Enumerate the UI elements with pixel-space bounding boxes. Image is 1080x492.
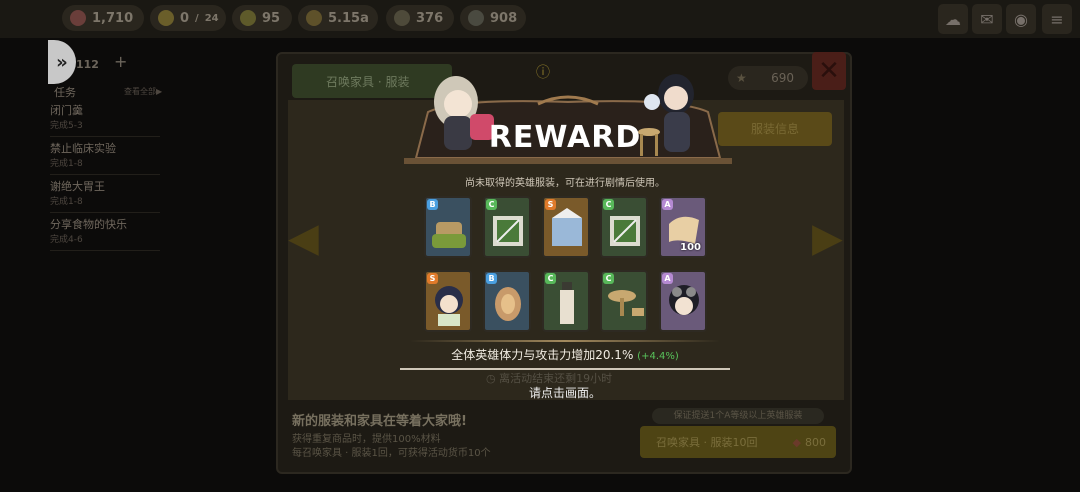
next-arrow[interactable]: ▶	[812, 215, 843, 261]
quest-item[interactable]: 禁止临床实验 完成1-8	[50, 140, 160, 175]
tap-to-continue[interactable]: 请点击画面。	[400, 384, 730, 401]
camera-button[interactable]: ◉	[1006, 4, 1036, 34]
summon-cost: 800	[805, 435, 826, 449]
double-chevron-right-icon: »	[56, 51, 68, 73]
quest-name: 禁止临床实验	[50, 142, 116, 155]
resource-b-value: 908	[490, 10, 518, 26]
lightning-counter[interactable]: 95	[232, 5, 292, 31]
quest-name: 闭门羹	[50, 104, 83, 117]
reward-title: REWARD	[488, 120, 642, 155]
camera-icon: ◉	[1014, 9, 1028, 29]
hero-costume-portrait-icon	[426, 278, 470, 330]
quest-item[interactable]: 闭门羹 完成5-3	[50, 102, 160, 137]
mail-button[interactable]: ✉	[972, 4, 1002, 34]
quest-status: 完成4-6	[50, 235, 83, 245]
quest-status: 完成1-8	[50, 197, 83, 207]
energy-max: 24	[204, 12, 219, 24]
close-button[interactable]: ✕	[812, 52, 846, 90]
lightning-value: 95	[262, 10, 281, 26]
gold-value: 5.15a	[328, 10, 369, 26]
reward-item-card[interactable]: B	[424, 196, 472, 258]
reward-item-card[interactable]: B	[483, 270, 531, 332]
gold-counter[interactable]: 5.15a	[298, 5, 378, 31]
tent-icon	[544, 204, 588, 256]
energy-value: 0	[180, 10, 190, 26]
reward-subtitle: 尚未取得的英雄服装，可在进行剧情后使用。	[465, 178, 665, 189]
hero-goggles-portrait-icon	[661, 278, 705, 330]
heart-icon	[70, 10, 86, 26]
cloud-icon: ☁	[945, 9, 961, 29]
coin-icon	[306, 10, 322, 26]
prev-arrow[interactable]: ◀	[288, 215, 319, 261]
reward-item-card[interactable]: C	[600, 196, 648, 258]
view-all-link[interactable]: 查看全部▶	[124, 86, 162, 97]
guarantee-note: 保证提送1个A等级以上英雄服装	[652, 408, 824, 424]
lightning-icon	[240, 10, 256, 26]
table-stool-icon	[602, 278, 646, 330]
summon-10-label: 召唤家具 · 服装10回	[656, 436, 758, 449]
info-icon[interactable]: ⓘ	[536, 62, 550, 82]
lamp-post-icon	[544, 278, 588, 330]
bolt-icon	[158, 10, 174, 26]
reward-item-card[interactable]: A	[659, 270, 707, 332]
energy-counter[interactable]: 0 / 24	[150, 5, 226, 31]
quest-status: 完成1-8	[50, 159, 83, 169]
quest-name: 谢绝大胃王	[50, 180, 105, 193]
quest-item[interactable]: 谢绝大胃王 完成1-8	[50, 178, 160, 213]
tab-summon-label: 召唤家具 · 服装	[326, 74, 410, 89]
expand-panel-button[interactable]: »	[48, 40, 76, 84]
close-icon: ✕	[818, 56, 840, 86]
sandbag-icon	[426, 204, 470, 256]
tab-costume-info-label: 服装信息	[750, 122, 799, 136]
quest-status: 完成5-3	[50, 121, 83, 131]
stat-bonus-increase: (+4.4%)	[637, 351, 679, 362]
item-quantity: 100	[680, 242, 701, 253]
star-value: 690	[771, 71, 794, 85]
ore-icon	[394, 10, 410, 26]
stone-icon	[468, 10, 484, 26]
tasks-label: 任务	[54, 86, 76, 99]
hearts-counter[interactable]: 1,710	[62, 5, 144, 31]
stat-bonus: 全体英雄体力与攻击力增加20.1% (+4.4%)	[400, 346, 730, 363]
summon-10-button[interactable]: 召唤家具 · 服装10回 ◆ 800	[640, 426, 836, 458]
menu-icon: ≡	[1050, 9, 1064, 29]
log-slice-icon	[485, 278, 529, 330]
shop-desc-2: 每召唤家具 · 服装1回，可获得活动货币10个	[292, 448, 491, 459]
shop-headline: 新的服装和家具在等着大家哦!	[292, 414, 467, 429]
quest-item[interactable]: 分享食物的快乐 完成4-6	[50, 216, 160, 251]
reward-item-card[interactable]: S	[542, 196, 590, 258]
gem-icon: ◆	[792, 435, 801, 449]
divider-bottom	[400, 368, 730, 370]
reward-item-card[interactable]: C	[542, 270, 590, 332]
add-icon[interactable]: +	[114, 52, 127, 71]
menu-button[interactable]: ≡	[1042, 4, 1072, 34]
reward-item-card[interactable]: S	[424, 270, 472, 332]
stat-bonus-text: 全体英雄体力与攻击力增加20.1%	[451, 348, 634, 362]
triangle-left-icon: ◀	[288, 215, 319, 261]
divider-top	[410, 340, 720, 342]
resource-a-value: 376	[416, 10, 444, 26]
fence-icon	[485, 204, 529, 256]
star-icon: ★	[736, 71, 747, 85]
resource-a-counter[interactable]: 376	[386, 5, 454, 31]
hearts-value: 1,710	[92, 10, 134, 26]
quest-name: 分享食物的快乐	[50, 218, 127, 231]
reward-item-card[interactable]: C	[600, 270, 648, 332]
triangle-right-icon: ▶	[812, 215, 843, 261]
reward-item-card[interactable]: C	[483, 196, 531, 258]
panel-count: 112	[76, 58, 99, 71]
shop-desc-1: 获得重复商品时，提供100%材料	[292, 434, 441, 445]
reward-item-card[interactable]: A 100	[659, 196, 707, 258]
cloud-sync-button[interactable]: ☁	[938, 4, 968, 34]
mail-icon: ✉	[980, 9, 994, 29]
resource-b-counter[interactable]: 908	[460, 5, 526, 31]
fence-icon	[602, 204, 646, 256]
star-counter: ★ 690	[728, 66, 808, 90]
